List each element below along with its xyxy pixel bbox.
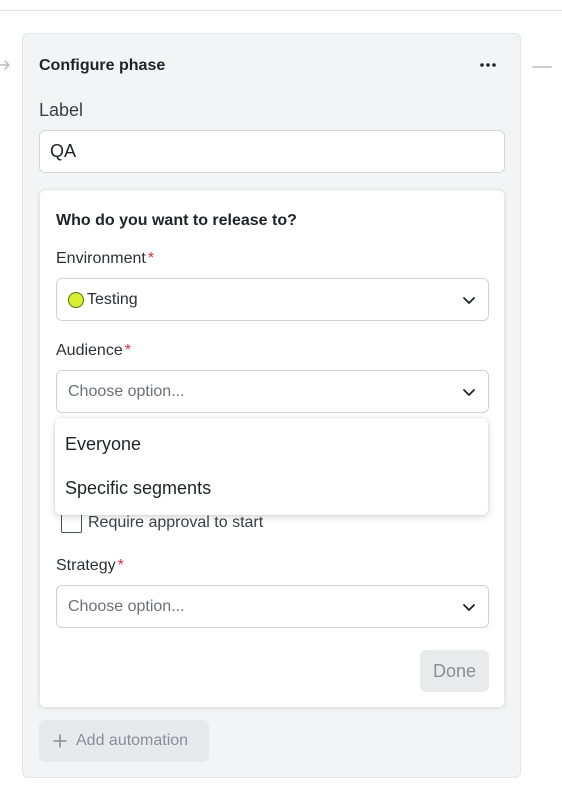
- audience-option-specific-segments[interactable]: Specific segments: [65, 478, 211, 499]
- chevron-down-icon: [463, 388, 475, 396]
- strategy-select[interactable]: Choose option...: [56, 585, 489, 628]
- require-approval-checkbox-row[interactable]: Require approval to start: [61, 512, 263, 533]
- audience-select[interactable]: Choose option...: [56, 370, 489, 413]
- required-asterisk: *: [124, 342, 131, 359]
- strategy-label-text: Strategy: [56, 557, 116, 574]
- environment-color-dot: [68, 291, 84, 308]
- audience-option-everyone[interactable]: Everyone: [65, 434, 141, 455]
- environment-label-text: Environment: [56, 250, 146, 267]
- plus-icon: [53, 734, 67, 748]
- arrow-right-icon: [0, 60, 10, 70]
- chevron-down-icon: [463, 296, 475, 304]
- label-input[interactable]: [39, 130, 505, 173]
- audience-label: Audience *: [56, 342, 131, 360]
- audience-dropdown-menu: Everyone Specific segments: [55, 418, 488, 515]
- strategy-placeholder: Choose option...: [68, 597, 185, 615]
- required-asterisk: *: [147, 250, 155, 267]
- add-automation-label: Add automation: [76, 732, 189, 749]
- phase-title: Configure phase: [39, 57, 166, 74]
- required-asterisk: *: [117, 557, 124, 574]
- top-divider: [0, 10, 562, 11]
- more-horizontal-icon: [480, 63, 496, 67]
- strategy-label: Strategy *: [56, 557, 124, 575]
- chevron-down-icon: [463, 603, 475, 611]
- done-button[interactable]: Done: [420, 650, 489, 692]
- add-automation-button[interactable]: Add automation: [39, 720, 209, 762]
- connector-dash: [532, 66, 552, 68]
- audience-label-text: Audience: [56, 342, 123, 359]
- require-approval-label: Require approval to start: [88, 513, 264, 531]
- label-caption: Label: [39, 100, 84, 120]
- configure-phase-card: Configure phase Label Who do you want to…: [22, 33, 521, 778]
- environment-select[interactable]: Testing: [56, 278, 489, 321]
- audience-placeholder: Choose option...: [68, 382, 185, 400]
- release-heading: Who do you want to release to?: [56, 212, 297, 229]
- more-options-button[interactable]: [473, 52, 503, 78]
- environment-value: Testing: [87, 290, 138, 308]
- environment-label: Environment *: [56, 250, 154, 268]
- require-approval-checkbox[interactable]: [61, 512, 82, 533]
